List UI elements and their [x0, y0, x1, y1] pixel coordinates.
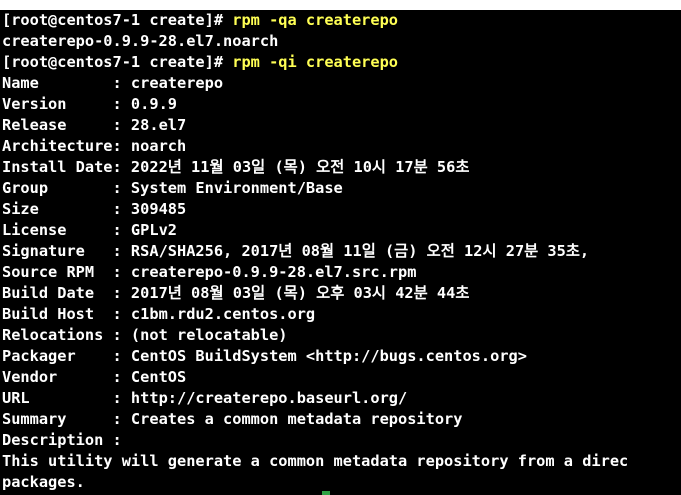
info-row: Build Host : c1bm.rdu2.centos.org [2, 304, 681, 325]
field-label: Release [2, 116, 113, 134]
info-row: Release : 28.el7 [2, 115, 681, 136]
field-label: Source RPM [2, 263, 113, 281]
info-row: Install Date: 2022년 11월 03일 (목) 오전 10시 1… [2, 157, 681, 178]
field-value: : noarch [112, 137, 187, 155]
command-text: rpm -qa createrepo [232, 11, 399, 29]
field-value: : GPLv2 [112, 221, 177, 239]
terminal-output[interactable]: [root@centos7-1 create]# rpm -qa creater… [2, 10, 681, 493]
field-value: : CentOS BuildSystem <http://bugs.centos… [112, 347, 527, 365]
info-row: Group : System Environment/Base [2, 178, 681, 199]
info-row: Size : 309485 [2, 199, 681, 220]
field-value: : [112, 431, 122, 449]
prompt-line: [root@centos7-1 create]# rpm -qa creater… [2, 10, 681, 31]
prompt-line: [root@centos7-1 create]# rpm -qi creater… [2, 52, 681, 73]
field-value: : http://createrepo.baseurl.org/ [112, 389, 408, 407]
field-value: : createrepo-0.9.9-28.el7.src.rpm [112, 263, 417, 281]
field-label: Build Date [2, 284, 113, 302]
field-label: Signature [2, 242, 113, 260]
field-value: : 28.el7 [112, 116, 187, 134]
shell-prompt: [root@centos7-1 create]# [2, 11, 233, 29]
info-row: Version : 0.9.9 [2, 94, 681, 115]
info-row: Packager : CentOS BuildSystem <http://bu… [2, 346, 681, 367]
field-label: Name [2, 74, 113, 92]
info-row: URL : http://createrepo.baseurl.org/ [2, 388, 681, 409]
field-value: : Creates a common metadata repository [112, 410, 463, 428]
info-row: Summary : Creates a common metadata repo… [2, 409, 681, 430]
field-label: Vendor [2, 368, 113, 386]
field-label: Install Date [2, 158, 113, 176]
field-value: : (not relocatable) [112, 326, 288, 344]
field-label: Description [2, 431, 113, 449]
field-label: Relocations [2, 326, 113, 344]
shell-prompt: [root@centos7-1 create]# [2, 53, 233, 71]
field-value: : 0.9.9 [112, 95, 177, 113]
info-row: Description : [2, 430, 681, 451]
field-value: : 2022년 11월 03일 (목) 오전 10시 17분 56초 [112, 158, 470, 176]
field-label: Packager [2, 347, 113, 365]
field-label: Size [2, 200, 113, 218]
terminal-cursor-icon [322, 491, 330, 495]
field-value: : createrepo [112, 74, 224, 92]
field-value: : 2017년 08월 03일 (목) 오후 03시 42분 44초 [112, 284, 470, 302]
field-value: : System Environment/Base [112, 179, 343, 197]
command-output: createrepo-0.9.9-28.el7.noarch [2, 32, 279, 50]
command-text: rpm -qi createrepo [232, 53, 399, 71]
info-row: Name : createrepo [2, 73, 681, 94]
description-text: This utility will generate a common meta… [2, 452, 629, 470]
field-value: : c1bm.rdu2.centos.org [112, 305, 316, 323]
field-label: License [2, 221, 113, 239]
field-value: : CentOS [112, 368, 187, 386]
field-label: Version [2, 95, 113, 113]
info-row: Architecture: noarch [2, 136, 681, 157]
info-row: Build Date : 2017년 08월 03일 (목) 오후 03시 42… [2, 283, 681, 304]
field-label: Summary [2, 410, 113, 428]
field-value: : RSA/SHA256, 2017년 08월 11일 (금) 오전 12시 2… [112, 242, 590, 260]
field-label: Build Host [2, 305, 113, 323]
info-row: License : GPLv2 [2, 220, 681, 241]
window-top-edge [0, 0, 681, 10]
info-row: Source RPM : createrepo-0.9.9-28.el7.src… [2, 262, 681, 283]
info-row: Vendor : CentOS [2, 367, 681, 388]
field-label: Group [2, 179, 113, 197]
field-label: Architecture [2, 137, 113, 155]
field-value: : 309485 [112, 200, 187, 218]
field-label: URL [2, 389, 113, 407]
description-text: packages. [2, 473, 85, 491]
info-row: Signature : RSA/SHA256, 2017년 08월 11일 (금… [2, 241, 681, 262]
info-row: Relocations : (not relocatable) [2, 325, 681, 346]
